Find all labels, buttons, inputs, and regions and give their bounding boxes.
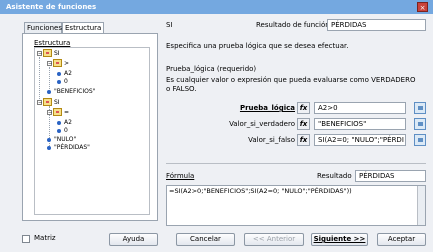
tree-node[interactable]: > xyxy=(64,60,69,68)
next-button[interactable]: Siguiente >> xyxy=(311,233,368,246)
function-icon xyxy=(43,98,52,106)
formula-result-field: PÉRDIDAS xyxy=(355,170,426,182)
argument-description: Es cualquier valor o expresión que pueda… xyxy=(166,76,416,93)
back-label: << Anterior xyxy=(252,235,296,243)
formula-editor[interactable]: =SI(A2>0;"BENEFICIOS";SI(A2=0; "NULO";"P… xyxy=(166,185,426,226)
title-bar: Asistente de funciones xyxy=(0,0,433,14)
bullet-icon xyxy=(47,146,51,150)
accept-button[interactable]: Aceptar xyxy=(377,233,426,246)
accept-label: Aceptar xyxy=(387,235,416,243)
matrix-label: Matriz xyxy=(34,234,56,242)
bullet-icon xyxy=(57,121,61,125)
bullet-icon xyxy=(57,72,61,76)
back-button[interactable]: << Anterior xyxy=(244,233,304,246)
structure-tree[interactable]: − SI − > A2 0 "BENEFICIOS" − SI − = A2 0… xyxy=(34,47,150,215)
argument-title: Prueba_lógica (requerido) xyxy=(166,65,257,73)
function-icon xyxy=(43,49,52,57)
fx-icon[interactable]: fx xyxy=(297,134,310,146)
fx-icon[interactable]: fx xyxy=(297,102,310,114)
tree-node[interactable]: "PÉRDIDAS" xyxy=(54,144,90,152)
function-description: Especifica una prueba lógica que se dese… xyxy=(166,42,349,50)
function-result-field: PÉRDIDAS xyxy=(327,19,426,31)
matrix-checkbox[interactable] xyxy=(22,235,30,243)
function-icon xyxy=(53,108,62,116)
bullet-icon xyxy=(57,129,61,133)
bullet-icon xyxy=(47,90,51,94)
function-name: SI xyxy=(166,21,173,29)
formula-text: =SI(A2>0;"BENEFICIOS";SI(A2=0; "NULO";"P… xyxy=(169,187,352,195)
separator xyxy=(166,163,426,164)
arg-label-verdadero: Valor_si_verdadero xyxy=(229,120,295,128)
tab-funciones[interactable]: Funciones xyxy=(24,22,62,33)
shrink-icon[interactable] xyxy=(414,118,426,130)
bullet-icon xyxy=(57,80,61,84)
formula-result-label: Resultado xyxy=(317,172,352,180)
shrink-icon[interactable] xyxy=(414,102,426,114)
tree-node[interactable]: 0 xyxy=(64,127,68,135)
tab-estructura-label: Estructura xyxy=(65,24,102,32)
tree-node[interactable]: SI xyxy=(54,50,60,58)
tree-node[interactable]: "NULO" xyxy=(54,136,76,144)
tree-collapse-icon[interactable]: − xyxy=(47,110,52,116)
tree-node[interactable]: A2 xyxy=(64,119,72,127)
tree-collapse-icon[interactable]: − xyxy=(37,100,42,106)
arg-input-prueba[interactable]: A2>0 xyxy=(314,102,406,114)
arg-input-falso[interactable]: SI(A2=0; "NULO";"PÉRDI xyxy=(314,134,406,146)
fx-icon[interactable]: fx xyxy=(297,118,310,130)
window-title: Asistente de funciones xyxy=(6,3,97,11)
function-result-label: Resultado de función xyxy=(256,21,330,29)
help-label: Ayuda xyxy=(122,235,145,243)
cancel-button[interactable]: Cancelar xyxy=(176,233,235,246)
help-button[interactable]: Ayuda xyxy=(109,233,158,246)
tree-collapse-icon[interactable]: − xyxy=(47,61,52,67)
structure-label: Estructura xyxy=(34,39,71,47)
arg-label-falso: Valor_si_falso xyxy=(248,136,295,144)
tree-node[interactable]: SI xyxy=(54,99,60,107)
arg-input-verdadero[interactable]: "BENEFICIOS" xyxy=(314,118,406,130)
scrollbar[interactable] xyxy=(417,186,425,225)
tree-node[interactable]: 0 xyxy=(64,78,68,86)
cancel-label: Cancelar xyxy=(190,235,221,243)
bullet-icon xyxy=(47,138,51,142)
tree-node[interactable]: "BENEFICIOS" xyxy=(54,88,95,96)
function-icon xyxy=(53,59,62,67)
tab-estructura[interactable]: Estructura xyxy=(62,22,104,33)
formula-label: Fórmula xyxy=(166,172,195,180)
tree-node[interactable]: = xyxy=(64,109,69,117)
tree-collapse-icon[interactable]: − xyxy=(37,51,42,57)
next-label: Siguiente >> xyxy=(313,235,366,243)
tree-node[interactable]: A2 xyxy=(64,70,72,78)
shrink-icon[interactable] xyxy=(414,134,426,146)
tab-funciones-label: Funciones xyxy=(27,24,62,32)
arg-label-prueba: Prueba_lógica xyxy=(239,104,295,112)
close-icon[interactable]: × xyxy=(417,2,428,12)
